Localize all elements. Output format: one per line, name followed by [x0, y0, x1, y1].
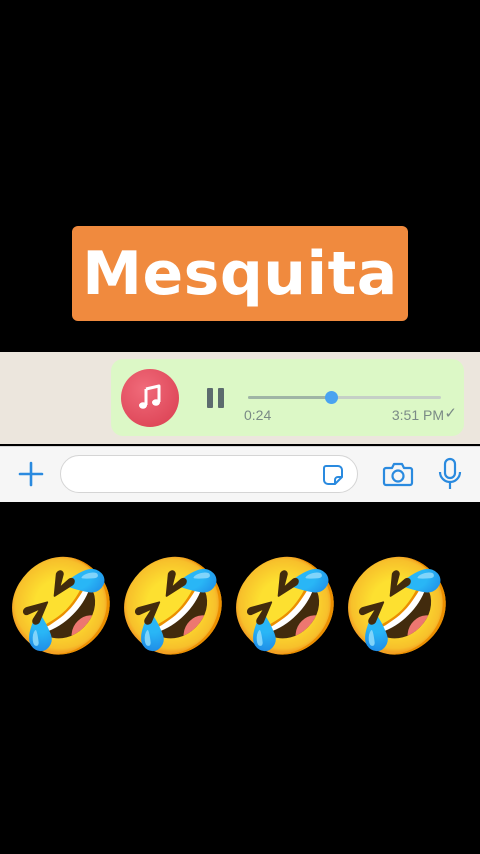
rofl-emoji: 🤣	[4, 553, 119, 660]
voice-message-bubble[interactable]: 0:24 3:51 PM ✓	[111, 359, 464, 436]
elapsed-time: 0:24	[244, 407, 272, 423]
message-timestamp: 3:51 PM	[391, 407, 444, 423]
message-input[interactable]	[60, 455, 358, 493]
message-input-bar	[0, 446, 480, 502]
playback-progress	[248, 396, 331, 399]
playback-knob[interactable]	[324, 391, 338, 404]
plus-icon[interactable]	[16, 459, 46, 489]
playback-slider[interactable]	[248, 391, 441, 404]
emoji-reactions: 🤣 🤣 🤣 🤣	[0, 552, 480, 662]
single-check-icon: ✓	[444, 405, 457, 422]
rofl-emoji: 🤣	[340, 553, 455, 660]
camera-icon[interactable]	[382, 459, 414, 489]
rofl-emoji: 🤣	[228, 553, 343, 660]
music-note-icon	[121, 369, 179, 427]
title-banner: Mesquita	[72, 226, 408, 321]
rofl-emoji: 🤣	[116, 553, 231, 660]
sticker-icon[interactable]	[321, 463, 345, 487]
title-text: Mesquita	[82, 238, 398, 309]
microphone-icon[interactable]	[437, 457, 463, 491]
pause-icon[interactable]	[203, 386, 227, 410]
